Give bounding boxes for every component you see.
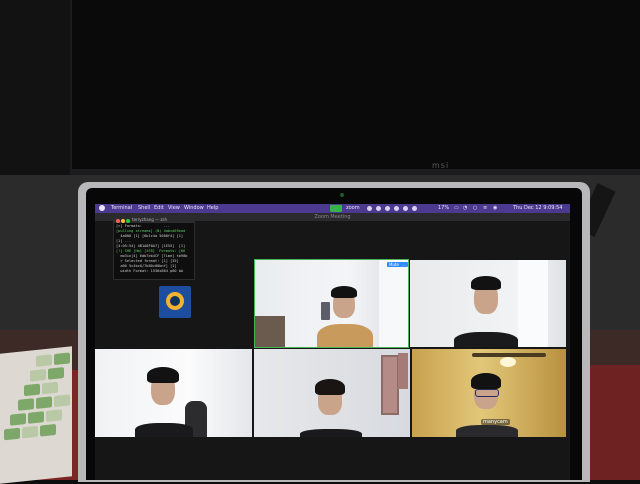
ceiling-light: [500, 357, 516, 367]
participant-avatar-tile[interactable]: [159, 286, 191, 318]
status-icon[interactable]: [394, 206, 399, 211]
laptop-screen: Terminal Shell Edit View Window Help zoo…: [95, 204, 570, 480]
control-center-icon[interactable]: ≡: [483, 204, 487, 213]
terminal-output[interactable]: [>] Formats: ... [pulling streams] (N) 4a…: [114, 223, 194, 275]
keycap: [54, 394, 70, 408]
avatar-face: [170, 296, 180, 306]
keycap: [36, 354, 52, 367]
door: [518, 260, 548, 347]
keycap: [4, 427, 20, 441]
participant-shirt: [456, 425, 518, 437]
video-tile[interactable]: manycam: [412, 349, 566, 437]
keycap: [22, 425, 38, 439]
participant-shirt: [135, 423, 193, 437]
keycap: [30, 368, 46, 382]
window-light: [379, 260, 408, 347]
terminal-line: width Format: 1536x864 p60 bA: [116, 269, 184, 273]
menu-bar: Terminal Shell Edit View Window Help zoo…: [95, 204, 570, 220]
participant-shirt: [454, 332, 518, 347]
participant-hair: [471, 276, 501, 290]
desk-mat-right: [590, 365, 640, 480]
minimize-icon[interactable]: [121, 219, 125, 223]
manycam-watermark: manycam: [481, 419, 510, 425]
left-monitor: [0, 0, 73, 185]
webcam-indicator: [340, 193, 344, 197]
menu-item-terminal[interactable]: Terminal: [111, 204, 132, 213]
battery-icon[interactable]: ▭: [454, 204, 459, 213]
wifi-icon[interactable]: ◔: [463, 204, 467, 213]
menu-item-help[interactable]: Help: [207, 204, 218, 213]
participant-hair: [147, 367, 179, 383]
terminal-titlebar[interactable]: terryzhang — zsh: [114, 217, 194, 223]
battery-percent[interactable]: 17%: [438, 204, 449, 213]
video-tile[interactable]: [254, 349, 410, 437]
siri-icon[interactable]: ◉: [493, 204, 497, 213]
keyboard: [0, 346, 72, 484]
video-tile[interactable]: [95, 349, 252, 437]
shelf: [255, 316, 285, 347]
participant-shirt: [300, 429, 362, 437]
keycap: [40, 423, 56, 437]
tile-badge[interactable]: Mute: [387, 262, 402, 267]
keycap: [10, 413, 26, 426]
status-icon[interactable]: [403, 206, 408, 211]
menu-item-view[interactable]: View: [168, 204, 180, 213]
keycap: [28, 411, 44, 424]
window-title: Zoom Meeting: [314, 214, 351, 220]
status-icon[interactable]: [385, 206, 390, 211]
background-monitor: [72, 0, 640, 175]
keycap: [42, 381, 58, 395]
status-icon[interactable]: [367, 206, 372, 211]
participant-hair: [471, 373, 501, 389]
tile-menu-badge[interactable]: ...: [400, 262, 408, 267]
wall-frame: [381, 355, 399, 415]
apple-menu-icon[interactable]: [99, 205, 105, 211]
terminal-title: terryzhang — zsh: [132, 217, 168, 222]
held-phone: [321, 302, 330, 320]
video-tile-active-speaker[interactable]: Mute ...: [254, 259, 409, 348]
zoom-menu-label[interactable]: zoom: [346, 204, 360, 213]
participant-shirt: [317, 324, 373, 347]
monitor-brand-logo: msi: [432, 161, 450, 170]
status-icon[interactable]: [376, 206, 381, 211]
video-tile[interactable]: [410, 260, 566, 347]
menu-item-window[interactable]: Window: [184, 204, 204, 213]
status-icon[interactable]: [412, 206, 417, 211]
status-icons: [367, 204, 417, 211]
participant-hair: [331, 286, 357, 298]
participant-hair: [315, 379, 345, 395]
menu-item-shell[interactable]: Shell: [138, 204, 150, 213]
keycap: [46, 409, 62, 422]
keycap: [24, 383, 40, 397]
headphones-avatar-icon: [166, 292, 184, 310]
search-icon[interactable]: ○: [473, 204, 477, 213]
keycap: [36, 396, 52, 409]
close-icon[interactable]: [116, 219, 120, 223]
menu-item-edit[interactable]: Edit: [154, 204, 164, 213]
terminal-window[interactable]: terryzhang — zsh [>] Formats: ... [pullin…: [113, 216, 195, 280]
keycap: [48, 367, 64, 380]
maximize-icon[interactable]: [126, 219, 130, 223]
keycap: [18, 398, 34, 411]
glasses: [475, 389, 499, 397]
zoom-status-icon[interactable]: [330, 205, 342, 212]
wall-frame: [398, 353, 408, 389]
keycap: [54, 352, 70, 366]
